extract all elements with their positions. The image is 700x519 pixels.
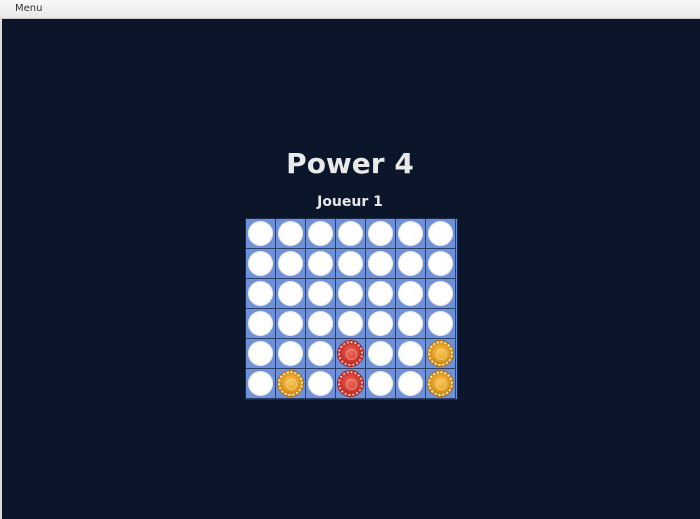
board-cell[interactable] xyxy=(336,219,366,249)
empty-slot xyxy=(308,311,333,336)
empty-slot xyxy=(368,341,393,366)
empty-slot xyxy=(338,311,363,336)
board-cell[interactable] xyxy=(366,219,396,249)
board-cell[interactable] xyxy=(306,369,336,399)
empty-slot xyxy=(368,221,393,246)
empty-slot xyxy=(398,221,423,246)
board-cell[interactable] xyxy=(426,279,456,309)
empty-slot xyxy=(248,281,273,306)
empty-slot xyxy=(398,371,423,396)
board-cell[interactable] xyxy=(276,279,306,309)
board-cell[interactable] xyxy=(246,249,276,279)
board-cell[interactable] xyxy=(306,219,336,249)
empty-slot xyxy=(368,251,393,276)
game-title: Power 4 xyxy=(286,147,414,180)
board-cell[interactable] xyxy=(426,309,456,339)
empty-slot xyxy=(278,221,303,246)
menu-button[interactable]: Menu xyxy=(9,0,48,18)
empty-slot xyxy=(278,281,303,306)
board-cell[interactable] xyxy=(396,339,426,369)
board-cell[interactable] xyxy=(246,219,276,249)
empty-slot xyxy=(248,341,273,366)
board-cell[interactable] xyxy=(366,279,396,309)
empty-slot xyxy=(398,251,423,276)
board-cell[interactable] xyxy=(336,249,366,279)
empty-slot xyxy=(428,251,453,276)
empty-slot xyxy=(338,251,363,276)
empty-slot xyxy=(398,341,423,366)
board-cell[interactable] xyxy=(306,249,336,279)
board-cell[interactable] xyxy=(426,249,456,279)
empty-slot xyxy=(278,311,303,336)
board-cell[interactable] xyxy=(306,309,336,339)
current-player-label: Joueur 1 xyxy=(317,194,383,210)
board-cell[interactable] xyxy=(306,279,336,309)
board-cell[interactable] xyxy=(396,219,426,249)
empty-slot xyxy=(398,281,423,306)
yellow-disc xyxy=(428,341,453,366)
menu-bar: Menu xyxy=(0,0,700,19)
board-cell[interactable] xyxy=(426,339,456,369)
board-cell[interactable] xyxy=(396,279,426,309)
empty-slot xyxy=(428,281,453,306)
empty-slot xyxy=(368,281,393,306)
yellow-disc xyxy=(428,371,453,396)
empty-slot xyxy=(338,281,363,306)
board-cell[interactable] xyxy=(366,339,396,369)
empty-slot xyxy=(248,311,273,336)
board-cell[interactable] xyxy=(336,309,366,339)
board-cell[interactable] xyxy=(306,339,336,369)
board-cell[interactable] xyxy=(246,339,276,369)
board-cell[interactable] xyxy=(276,369,306,399)
empty-slot xyxy=(428,221,453,246)
board-cell[interactable] xyxy=(276,309,306,339)
board-cell[interactable] xyxy=(366,309,396,339)
board-cell[interactable] xyxy=(366,249,396,279)
red-disc xyxy=(338,341,363,366)
board-cell[interactable] xyxy=(396,249,426,279)
empty-slot xyxy=(308,251,333,276)
empty-slot xyxy=(248,251,273,276)
board-cell[interactable] xyxy=(276,219,306,249)
board-cell[interactable] xyxy=(246,309,276,339)
board-cell[interactable] xyxy=(336,279,366,309)
board-cell[interactable] xyxy=(276,249,306,279)
board-cell[interactable] xyxy=(276,339,306,369)
board-cell[interactable] xyxy=(426,369,456,399)
empty-slot xyxy=(338,221,363,246)
board-cell[interactable] xyxy=(426,219,456,249)
empty-slot xyxy=(428,311,453,336)
board-cell[interactable] xyxy=(336,369,366,399)
empty-slot xyxy=(248,371,273,396)
yellow-disc xyxy=(278,371,303,396)
game-window: Menu Power 4 Joueur 1 xyxy=(0,0,700,519)
board-cell[interactable] xyxy=(336,339,366,369)
board-cell[interactable] xyxy=(246,369,276,399)
empty-slot xyxy=(398,311,423,336)
empty-slot xyxy=(308,371,333,396)
empty-slot xyxy=(308,221,333,246)
board-cell[interactable] xyxy=(396,309,426,339)
board-cell[interactable] xyxy=(366,369,396,399)
empty-slot xyxy=(308,341,333,366)
empty-slot xyxy=(368,311,393,336)
empty-slot xyxy=(308,281,333,306)
board-cell[interactable] xyxy=(246,279,276,309)
game-board xyxy=(245,218,458,400)
empty-slot xyxy=(278,251,303,276)
board-cell[interactable] xyxy=(396,369,426,399)
red-disc xyxy=(338,371,363,396)
empty-slot xyxy=(278,341,303,366)
empty-slot xyxy=(248,221,273,246)
empty-slot xyxy=(368,371,393,396)
